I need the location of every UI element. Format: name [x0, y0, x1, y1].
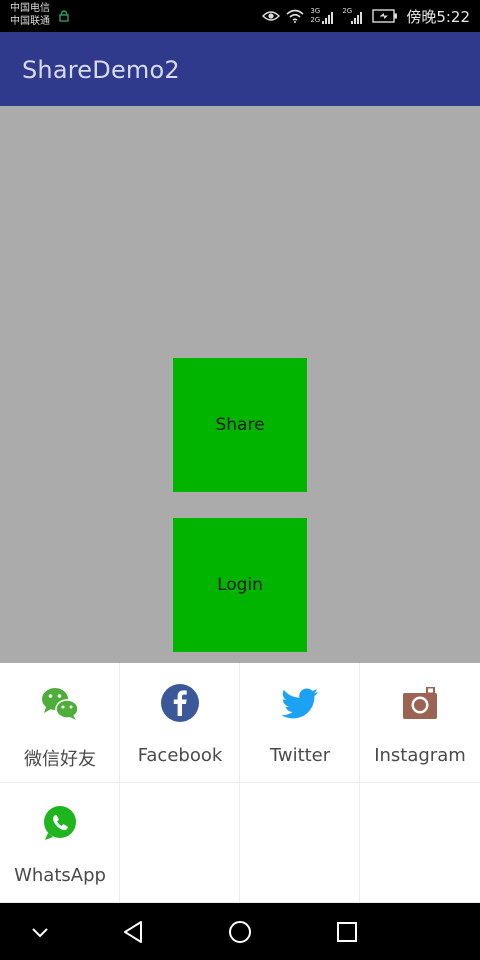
share-item-facebook[interactable]: Facebook: [120, 663, 240, 783]
whatsapp-icon: [44, 806, 76, 840]
share-item-label: Facebook: [137, 745, 223, 766]
share-item-whatsapp[interactable]: WhatsApp: [0, 783, 120, 903]
wifi-icon: [286, 9, 304, 23]
share-empty-cell: [240, 783, 360, 903]
home-icon[interactable]: [228, 920, 252, 944]
status-icons: 3G 2G 2G 傍晚5:22: [262, 0, 470, 32]
facebook-icon: [161, 684, 199, 722]
back-icon[interactable]: [122, 920, 144, 944]
app-bar: ShareDemo2: [0, 32, 480, 106]
status-time: 傍晚5:22: [406, 7, 470, 26]
eye-icon: [262, 11, 281, 21]
signal-bars-1-icon: [322, 12, 334, 24]
status-bar: 中国电信 中国联通 3G 2G 2G 傍晚5:22: [0, 0, 480, 32]
share-button[interactable]: Share: [173, 358, 307, 492]
navigation-bar: [0, 903, 480, 960]
recents-icon[interactable]: [336, 921, 358, 943]
main-content: Share Login: [0, 106, 480, 663]
battery-icon: [372, 9, 398, 23]
vpn-lock-icon: [59, 10, 69, 22]
share-item-label: Twitter: [269, 745, 331, 766]
carrier-1-label: 中国电信: [10, 3, 50, 14]
app-title: ShareDemo2: [22, 56, 180, 84]
twitter-icon: [281, 688, 318, 719]
share-item-twitter[interactable]: Twitter: [240, 663, 360, 783]
share-item-instagram[interactable]: Instagram: [360, 663, 480, 783]
share-item-label: 微信好友: [24, 749, 96, 770]
share-empty-cell: [360, 783, 480, 903]
share-item-label: WhatsApp: [14, 865, 106, 886]
signal-bars-2-icon: [351, 12, 363, 24]
carrier-info: 中国电信 中国联通: [10, 2, 50, 28]
share-item-label: Instagram: [374, 745, 466, 766]
network-1-label: 3G: [310, 7, 321, 15]
share-sheet: 微信好友 Facebook Twitter Instagram WhatsApp: [0, 663, 480, 903]
share-item-wechat[interactable]: 微信好友: [0, 663, 120, 783]
instagram-icon: [403, 687, 437, 719]
wechat-icon: [42, 688, 79, 720]
network-1b-label: 2G: [310, 16, 321, 24]
signal-1-indicator: 3G 2G: [310, 6, 336, 26]
signal-2-indicator: 2G: [342, 6, 366, 26]
chevron-down-icon[interactable]: [30, 922, 50, 942]
carrier-2-label: 中国联通: [10, 16, 50, 27]
login-button[interactable]: Login: [173, 518, 307, 652]
share-empty-cell: [120, 783, 240, 903]
